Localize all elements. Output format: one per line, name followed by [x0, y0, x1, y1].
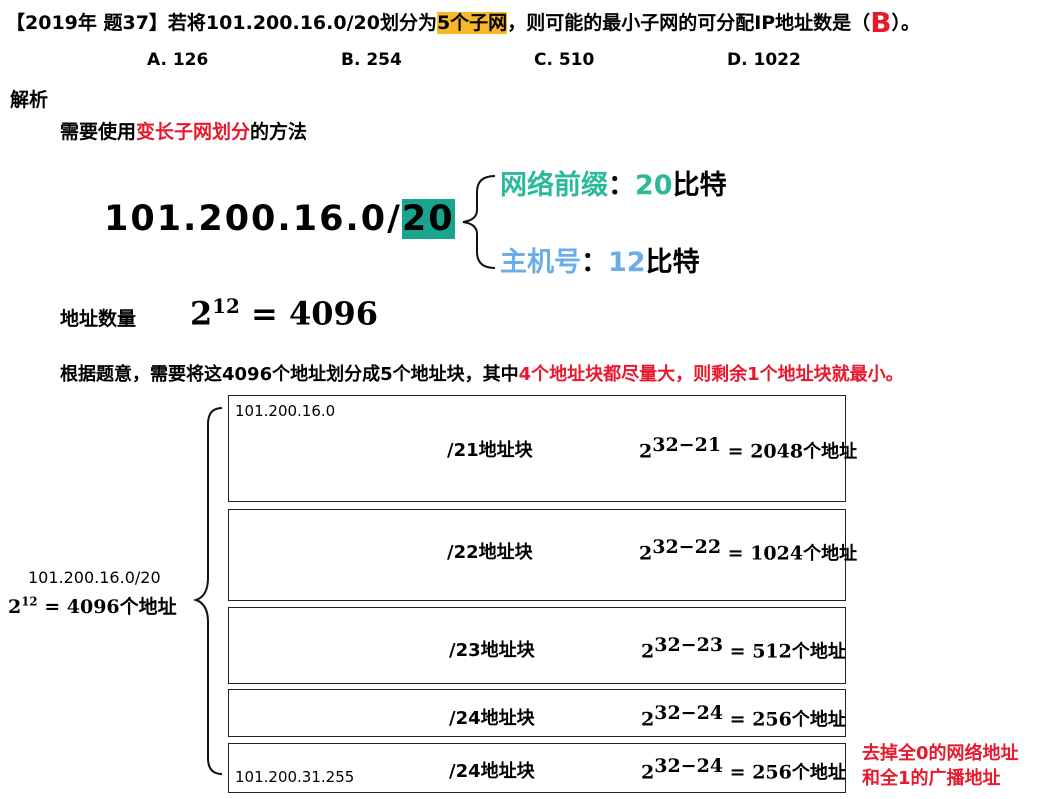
- block-label: /22地址块: [447, 542, 533, 563]
- question-prefix: 【2019年 题37】若将101.200.16.0/20划分为: [6, 12, 437, 34]
- block-unit: 个地址: [803, 543, 858, 565]
- method-line: 需要使用变长子网划分的方法: [60, 117, 307, 144]
- address-block: /23地址块 232−23 = 512个地址: [228, 607, 846, 684]
- option-c: C. 510: [534, 50, 595, 70]
- block-label: /24地址块: [449, 761, 535, 782]
- block-eq: = 512: [723, 640, 792, 663]
- block-eq: = 1024: [721, 542, 804, 565]
- description-red: 4个地址块都尽量大，则剩余1个地址块就最小。: [518, 364, 904, 385]
- net-prefix-unit: 比特: [672, 170, 727, 201]
- left-base: 2: [8, 596, 22, 618]
- question-highlight: 5个子网: [436, 12, 508, 34]
- block-eq: = 256: [723, 708, 792, 731]
- option-d: D. 1022: [727, 50, 801, 70]
- analysis-heading: 解析: [10, 89, 49, 111]
- question-suffix: ）。: [891, 12, 921, 34]
- address-block: 101.200.16.0 /21地址块 232−21 = 2048个地址: [228, 395, 857, 502]
- host-bits: 12: [608, 247, 646, 278]
- block-exp: 32−24: [654, 755, 724, 777]
- address-block: /22地址块 232−22 = 1024个地址: [228, 509, 857, 601]
- host-colon: ：: [581, 247, 608, 278]
- host-label: 主机号: [500, 247, 581, 278]
- ip-prefix-length: 20: [401, 199, 455, 239]
- block-eq: = 2048: [721, 440, 804, 463]
- block-end-address: 101.200.31.255: [235, 768, 355, 786]
- addr-count-formula: 212 = 4096: [190, 294, 378, 333]
- addr-count-rest: = 4096: [239, 294, 379, 333]
- method-prefix: 需要使用: [60, 121, 137, 143]
- host-unit: 比特: [645, 247, 700, 278]
- block-start-address: 101.200.16.0: [235, 402, 336, 420]
- block-unit: 个地址: [803, 441, 858, 463]
- address-block: /24地址块 232−24 = 256个地址: [228, 689, 846, 737]
- addr-count-exp: 12: [212, 294, 240, 318]
- left-eq: = 4096: [37, 596, 120, 618]
- question-middle: ，则可能的最小子网的可分配IP地址数是（: [507, 12, 871, 34]
- description-black: 根据题意，需要将这4096个地址划分成5个地址块，其中: [60, 364, 519, 385]
- net-prefix-label: 网络前缀: [500, 170, 608, 201]
- block-exp: 32−22: [652, 536, 722, 558]
- block-formula: 232−22 = 1024个地址: [639, 536, 858, 565]
- addr-count-base: 2: [190, 294, 213, 333]
- block-label: /21地址块: [447, 440, 533, 461]
- prefix-host-brace: [462, 175, 496, 269]
- option-a: A. 126: [147, 50, 209, 70]
- block-label: /23地址块: [449, 640, 535, 661]
- left-network-label: 101.200.16.0/20: [28, 568, 161, 587]
- block-unit: 个地址: [791, 641, 846, 663]
- left-exp: 12: [21, 594, 38, 609]
- description-line: 根据题意，需要将这4096个地址划分成5个地址块，其中4个地址块都尽量大，则剩余…: [60, 360, 904, 386]
- block-exp: 32−23: [654, 634, 724, 656]
- address-block: 101.200.31.255 /24地址块 232−24 = 256个地址: [228, 743, 846, 793]
- block-unit: 个地址: [791, 709, 846, 731]
- block-formula: 232−24 = 256个地址: [641, 702, 846, 731]
- net-prefix-bits: 20: [635, 170, 673, 201]
- blocks-brace: [192, 407, 223, 775]
- net-prefix-colon: ：: [608, 170, 635, 201]
- block-label: /24地址块: [449, 708, 535, 729]
- block-formula: 232−21 = 2048个地址: [639, 434, 858, 463]
- block-formula: 232−23 = 512个地址: [641, 634, 846, 663]
- block-unit: 个地址: [791, 762, 846, 784]
- question-stem: 【2019年 题37】若将101.200.16.0/20划分为5个子网，则可能的…: [6, 6, 920, 39]
- block-exp: 32−21: [652, 434, 722, 456]
- answer-letter: B: [870, 6, 892, 39]
- ip-base: 101.200.16.0/: [104, 199, 402, 239]
- left-unit: 个地址: [119, 596, 177, 618]
- net-prefix-line: 网络前缀：20比特: [500, 163, 727, 202]
- method-suffix: 的方法: [250, 121, 308, 143]
- host-line: 主机号：12比特: [500, 240, 700, 279]
- block-exp: 32−24: [654, 702, 724, 724]
- addr-count-label: 地址数量: [60, 308, 137, 330]
- note-line-2: 和全1的广播地址: [862, 768, 1001, 789]
- left-addr-formula: 212 = 4096个地址: [8, 592, 177, 619]
- option-b: B. 254: [341, 50, 402, 70]
- block-eq: = 256: [723, 761, 792, 784]
- ip-address-big: 101.200.16.0/20: [104, 199, 455, 239]
- note-line-1: 去掉全0的网络地址: [862, 743, 1019, 764]
- block-formula: 232−24 = 256个地址: [641, 755, 846, 784]
- method-highlight: 变长子网划分: [136, 121, 251, 143]
- broadcast-note: 去掉全0的网络地址 和全1的广播地址: [862, 741, 1019, 791]
